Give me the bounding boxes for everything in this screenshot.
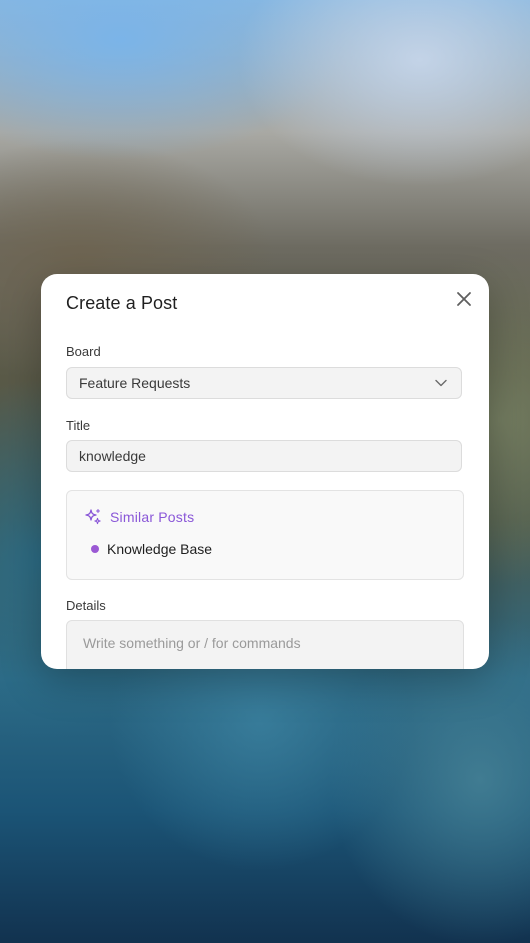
similar-posts-title: Similar Posts [110,509,195,525]
modal-title: Create a Post [66,293,178,313]
close-icon[interactable] [456,291,472,307]
create-post-modal: Create a Post Board Feature Requests Tit… [41,274,489,669]
details-label: Details [66,598,106,613]
title-input-value: knowledge [79,448,146,464]
details-editor[interactable]: Write something or / for commands [66,620,464,669]
chevron-down-icon [435,379,447,387]
board-label: Board [66,344,101,359]
details-placeholder: Write something or / for commands [83,635,301,651]
similar-posts-panel: Similar Posts Knowledge Base [66,490,464,580]
status-dot [91,545,99,553]
board-selected-value: Feature Requests [79,375,191,391]
similar-post-item[interactable]: Knowledge Base [91,541,212,557]
close-button[interactable] [451,286,477,312]
similar-posts-header: Similar Posts [84,508,194,526]
title-label: Title [66,418,91,433]
board-select[interactable]: Feature Requests [66,367,462,399]
title-input[interactable]: knowledge [66,440,462,472]
similar-post-label: Knowledge Base [107,541,213,557]
sparkles-icon [85,508,101,525]
